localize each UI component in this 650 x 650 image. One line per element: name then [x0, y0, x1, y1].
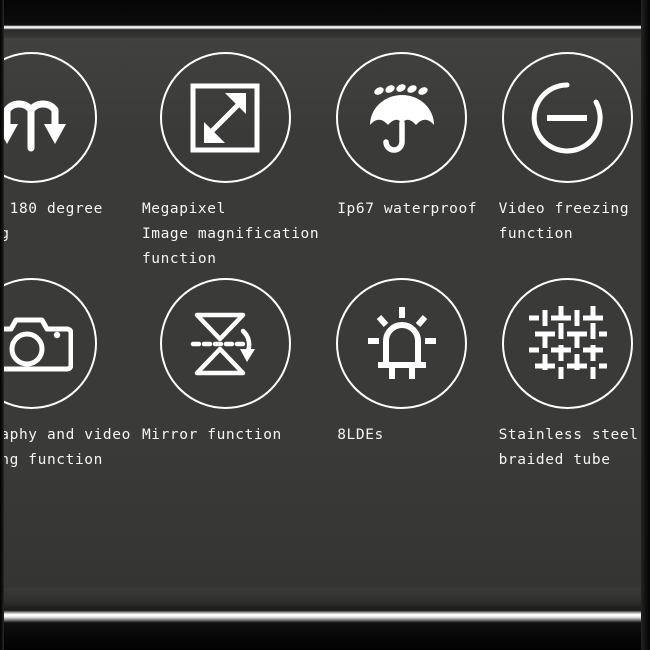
feature-badge: [0, 278, 97, 409]
feature-grid: Two way 180 degree steering: [0, 52, 650, 504]
feature-item-megapixel[interactable]: Megapixel Image magnification function: [131, 52, 319, 278]
pause-freeze-circle-icon: [527, 78, 607, 158]
caption-line: Ip67 waterproof: [337, 201, 478, 217]
feature-badge: [159, 52, 291, 183]
device-screen: Two way 180 degree steering: [0, 0, 650, 650]
woven-mesh-icon: [526, 305, 608, 382]
feature-caption: 8LDEs: [319, 423, 484, 448]
caption-line: braided tube: [498, 452, 611, 468]
feature-badge: [0, 52, 97, 183]
feature-caption: Megapixel Image magnification function: [131, 197, 319, 272]
led-lamp-icon: [361, 303, 443, 385]
bezel-left: [0, 0, 4, 650]
feature-badge: [336, 278, 468, 409]
feature-item-mirror[interactable]: Mirror function: [131, 278, 319, 504]
feature-caption: Ip67 waterproof: [319, 197, 484, 222]
caption-line: Mirror function: [141, 427, 282, 443]
feature-item-video-freezing[interactable]: Video freezing function: [485, 52, 650, 278]
caption-line: function: [141, 251, 217, 267]
caption-line: 8LDEs: [337, 427, 384, 443]
caption-line: Stainless steel: [498, 427, 639, 443]
diagonal-arrows-expand-icon: [187, 80, 263, 156]
caption-line: Two way 180 degree: [0, 201, 103, 217]
feature-badge: [159, 278, 291, 409]
caption-line: function: [498, 226, 574, 242]
feature-caption: Photography and video recording function: [0, 423, 131, 473]
caption-line: Video freezing: [498, 201, 630, 217]
feature-badge: [501, 52, 633, 183]
feature-item-leds[interactable]: 8LDEs: [319, 278, 484, 504]
two-way-rotation-arrows-icon: [0, 82, 70, 154]
feature-item-two-way-steering[interactable]: Two way 180 degree steering: [0, 52, 131, 278]
umbrella-rain-icon: [362, 78, 442, 158]
feature-panel: Two way 180 degree steering: [0, 38, 650, 588]
caption-line: steering: [0, 226, 10, 242]
feature-item-photo-video[interactable]: Photography and video recording function: [0, 278, 131, 504]
feature-caption: Two way 180 degree steering: [0, 197, 131, 247]
caption-line: Photography and video: [0, 427, 131, 443]
feature-caption: Mirror function: [131, 423, 319, 448]
bezel-top: [0, 0, 650, 38]
feature-caption: Stainless steel braided tube: [485, 423, 650, 473]
caption-line: Image magnification: [141, 226, 320, 242]
bezel-bottom: [0, 588, 650, 650]
bezel-right: [641, 0, 650, 650]
feature-badge: [501, 278, 633, 409]
feature-item-braided-tube[interactable]: Stainless steel braided tube: [485, 278, 650, 504]
feature-caption: Video freezing function: [485, 197, 650, 247]
caption-line: Megapixel: [141, 201, 226, 217]
caption-line: recording function: [0, 452, 103, 468]
camera-icon: [0, 311, 74, 377]
mirror-flip-icon: [185, 305, 265, 383]
feature-badge: [336, 52, 468, 183]
feature-item-waterproof[interactable]: Ip67 waterproof: [319, 52, 484, 278]
